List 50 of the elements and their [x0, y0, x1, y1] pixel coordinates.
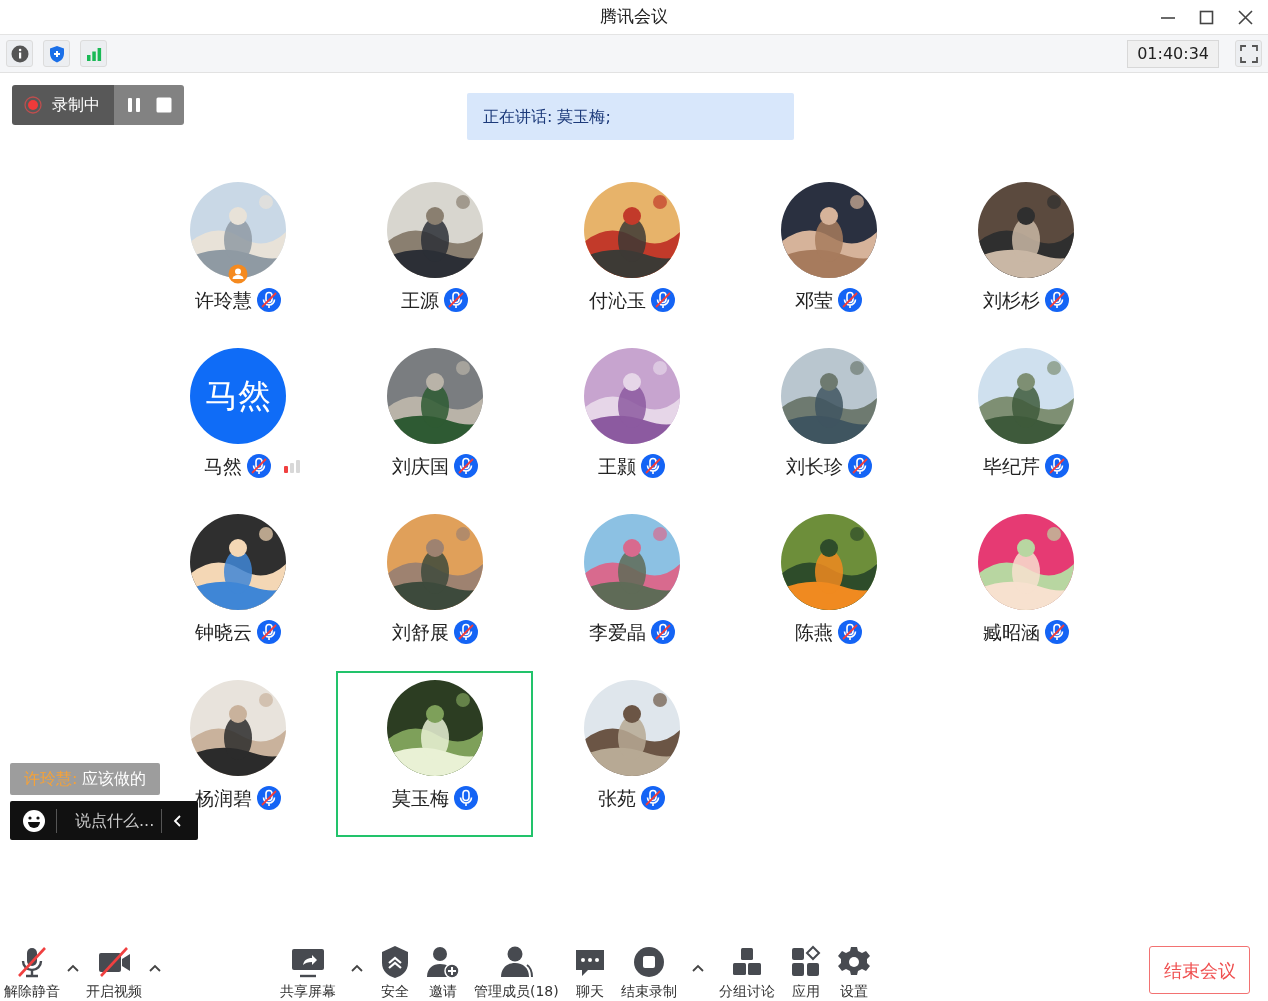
caret-icon[interactable]: [350, 963, 364, 973]
speaking-banner: 正在讲话: 莫玉梅;: [467, 93, 794, 140]
toolbar-button[interactable]: 邀请: [426, 945, 460, 1001]
toolbar-button[interactable]: 安全: [378, 945, 412, 1001]
participant-name: 臧昭涵: [982, 620, 1040, 645]
participant-name: 马然: [204, 454, 242, 479]
toolbar-button[interactable]: 解除静音: [4, 945, 60, 1001]
participant-name: 王源: [401, 288, 439, 313]
participant-name: 刘舒展: [391, 620, 449, 645]
participant-name: 邓莹: [795, 288, 833, 313]
shield-icon[interactable]: [47, 44, 66, 63]
toolbar-button[interactable]: 结束录制: [620, 945, 677, 1001]
toolbar-button[interactable]: 聊天: [572, 945, 607, 1001]
participant-name: 许玲慧: [194, 288, 252, 313]
participant-name: 毕纪芹: [982, 454, 1040, 479]
avatar: 马然: [189, 348, 286, 444]
toolbar-button[interactable]: 开启视频: [86, 945, 142, 1001]
toolbar-button[interactable]: 应用: [788, 945, 823, 1001]
chevron-left-icon[interactable]: [172, 813, 182, 828]
chat-input-bar[interactable]: 说点什么...: [10, 801, 198, 840]
end-meeting-button[interactable]: 结束会议: [1149, 946, 1250, 994]
maximize-icon[interactable]: [1198, 10, 1215, 25]
participant-name: 莫玉梅: [391, 786, 449, 811]
toolbar-button[interactable]: 设置: [836, 945, 871, 1001]
caret-icon[interactable]: [148, 963, 162, 973]
close-icon[interactable]: [1237, 10, 1254, 25]
meeting-timer: 01:40:34: [1127, 39, 1219, 68]
participant-name: 付沁玉: [588, 288, 646, 313]
info-icon[interactable]: [10, 44, 29, 63]
emoji-icon[interactable]: [22, 808, 46, 833]
window-title: 腾讯会议: [600, 5, 668, 29]
record-dot-icon: [24, 96, 42, 114]
participant-name: 刘长珍: [785, 454, 843, 479]
caret-icon[interactable]: [66, 963, 80, 973]
recording-label: 录制中: [52, 94, 100, 116]
participant-name: 刘杉杉: [982, 288, 1040, 313]
chat-input[interactable]: 说点什么...: [65, 808, 161, 833]
participant-name: 刘庆国: [391, 454, 449, 479]
participant-name: 陈燕: [795, 620, 833, 645]
caret-icon[interactable]: [690, 963, 705, 973]
participant-name: 李爱晶: [588, 620, 646, 645]
participant-name: 钟晓云: [194, 620, 252, 645]
participant-name: 王颢: [598, 454, 636, 479]
toolbar-button[interactable]: 共享屏幕: [280, 945, 336, 1001]
chat-message: 许玲慧: 应该做的: [10, 763, 161, 795]
fullscreen-icon[interactable]: [1239, 44, 1258, 63]
participant-name: 张苑: [598, 786, 636, 811]
toolbar-button[interactable]: 分组讨论: [718, 945, 775, 1001]
pause-icon[interactable]: [126, 97, 142, 113]
toolbar-button[interactable]: 管理成员(18): [474, 945, 559, 1001]
